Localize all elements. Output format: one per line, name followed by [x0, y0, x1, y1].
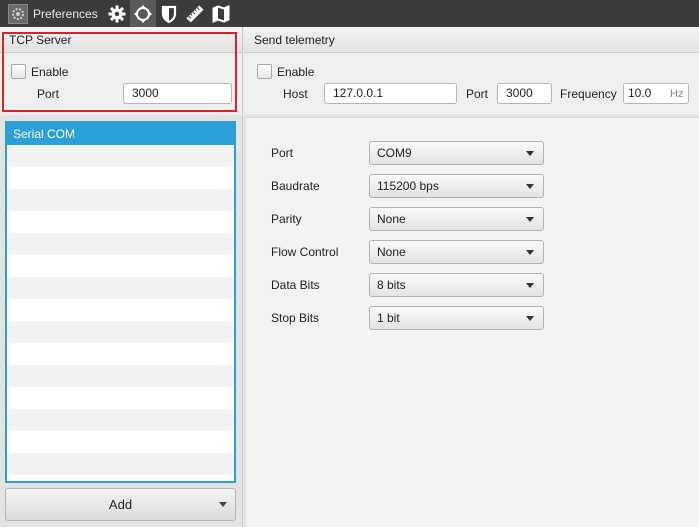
baudrate-value: 115200 bps	[377, 179, 439, 193]
chevron-down-icon	[526, 217, 534, 222]
joystick-icon[interactable]	[129, 0, 156, 27]
tcp-port-label: Port	[37, 87, 60, 101]
ruler-icon[interactable]	[182, 0, 208, 27]
flow-control-label: Flow Control	[271, 245, 339, 259]
stop-bits-select[interactable]: 1 bit	[369, 306, 544, 330]
baudrate-select[interactable]: 115200 bps	[369, 174, 544, 198]
chevron-down-icon	[526, 184, 534, 189]
flow-control-value: None	[377, 245, 406, 259]
parity-select[interactable]: None	[369, 207, 544, 231]
shield-icon[interactable]	[156, 0, 182, 27]
parity-label: Parity	[271, 212, 302, 226]
data-bits-value: 8 bits	[377, 278, 406, 292]
chevron-down-icon	[526, 316, 534, 321]
list-item-empty	[7, 365, 234, 387]
tcp-enable-checkbox[interactable]	[11, 64, 26, 79]
telemetry-frequency-value: 10.0	[628, 86, 652, 100]
serial-port-select[interactable]: COM9	[369, 141, 544, 165]
map-icon[interactable]	[208, 0, 234, 27]
list-item-empty	[7, 409, 234, 431]
list-item-empty	[7, 211, 234, 233]
data-bits-label: Data Bits	[271, 278, 320, 292]
stop-bits-value: 1 bit	[377, 311, 400, 325]
telemetry-port-input[interactable]: 3000	[497, 83, 552, 104]
list-item-empty	[7, 387, 234, 409]
tcp-server-title: TCP Server	[0, 27, 242, 53]
preferences-icon	[8, 3, 28, 24]
list-item-empty	[7, 299, 234, 321]
chevron-down-icon	[526, 250, 534, 255]
add-button-label: Add	[108, 497, 133, 512]
send-telemetry-title: Send telemetry	[244, 27, 699, 53]
chevron-down-icon	[526, 151, 534, 156]
list-item-empty	[7, 431, 234, 453]
list-item-empty	[7, 277, 234, 299]
list-item-empty	[7, 343, 234, 365]
list-item-empty	[7, 145, 234, 167]
stop-bits-label: Stop Bits	[271, 311, 320, 325]
serial-port-value: COM9	[377, 146, 412, 160]
toolbar: Preferences	[0, 0, 699, 27]
baudrate-label: Baudrate	[271, 179, 320, 193]
device-list[interactable]: Serial COM	[5, 121, 236, 483]
data-bits-select[interactable]: 8 bits	[369, 273, 544, 297]
parity-value: None	[377, 212, 406, 226]
list-item[interactable]: Serial COM	[7, 123, 234, 145]
tcp-enable-label: Enable	[31, 65, 69, 79]
list-item-empty	[7, 189, 234, 211]
telemetry-port-label: Port	[466, 87, 489, 101]
window-title: Preferences	[33, 6, 98, 21]
telemetry-host-label: Host	[283, 87, 308, 101]
telemetry-frequency-label: Frequency	[560, 87, 617, 101]
chevron-down-icon[interactable]	[219, 502, 227, 507]
tcp-port-input[interactable]: 3000	[123, 83, 232, 104]
list-item-empty	[7, 167, 234, 189]
list-item-empty	[7, 233, 234, 255]
serial-port-label: Port	[271, 146, 294, 160]
preferences-tab[interactable]: Preferences	[0, 0, 104, 27]
add-button[interactable]: Add	[5, 488, 236, 521]
telemetry-frequency-unit: Hz	[670, 88, 684, 100]
list-item-empty	[7, 321, 234, 343]
list-item-empty	[7, 255, 234, 277]
gear-icon[interactable]	[104, 0, 130, 27]
telemetry-host-input[interactable]: 127.0.0.1	[324, 83, 457, 104]
flow-control-select[interactable]: None	[369, 240, 544, 264]
telemetry-enable-checkbox[interactable]	[257, 64, 272, 79]
list-item-empty	[7, 453, 234, 475]
telemetry-enable-label: Enable	[277, 65, 315, 79]
chevron-down-icon	[526, 283, 534, 288]
